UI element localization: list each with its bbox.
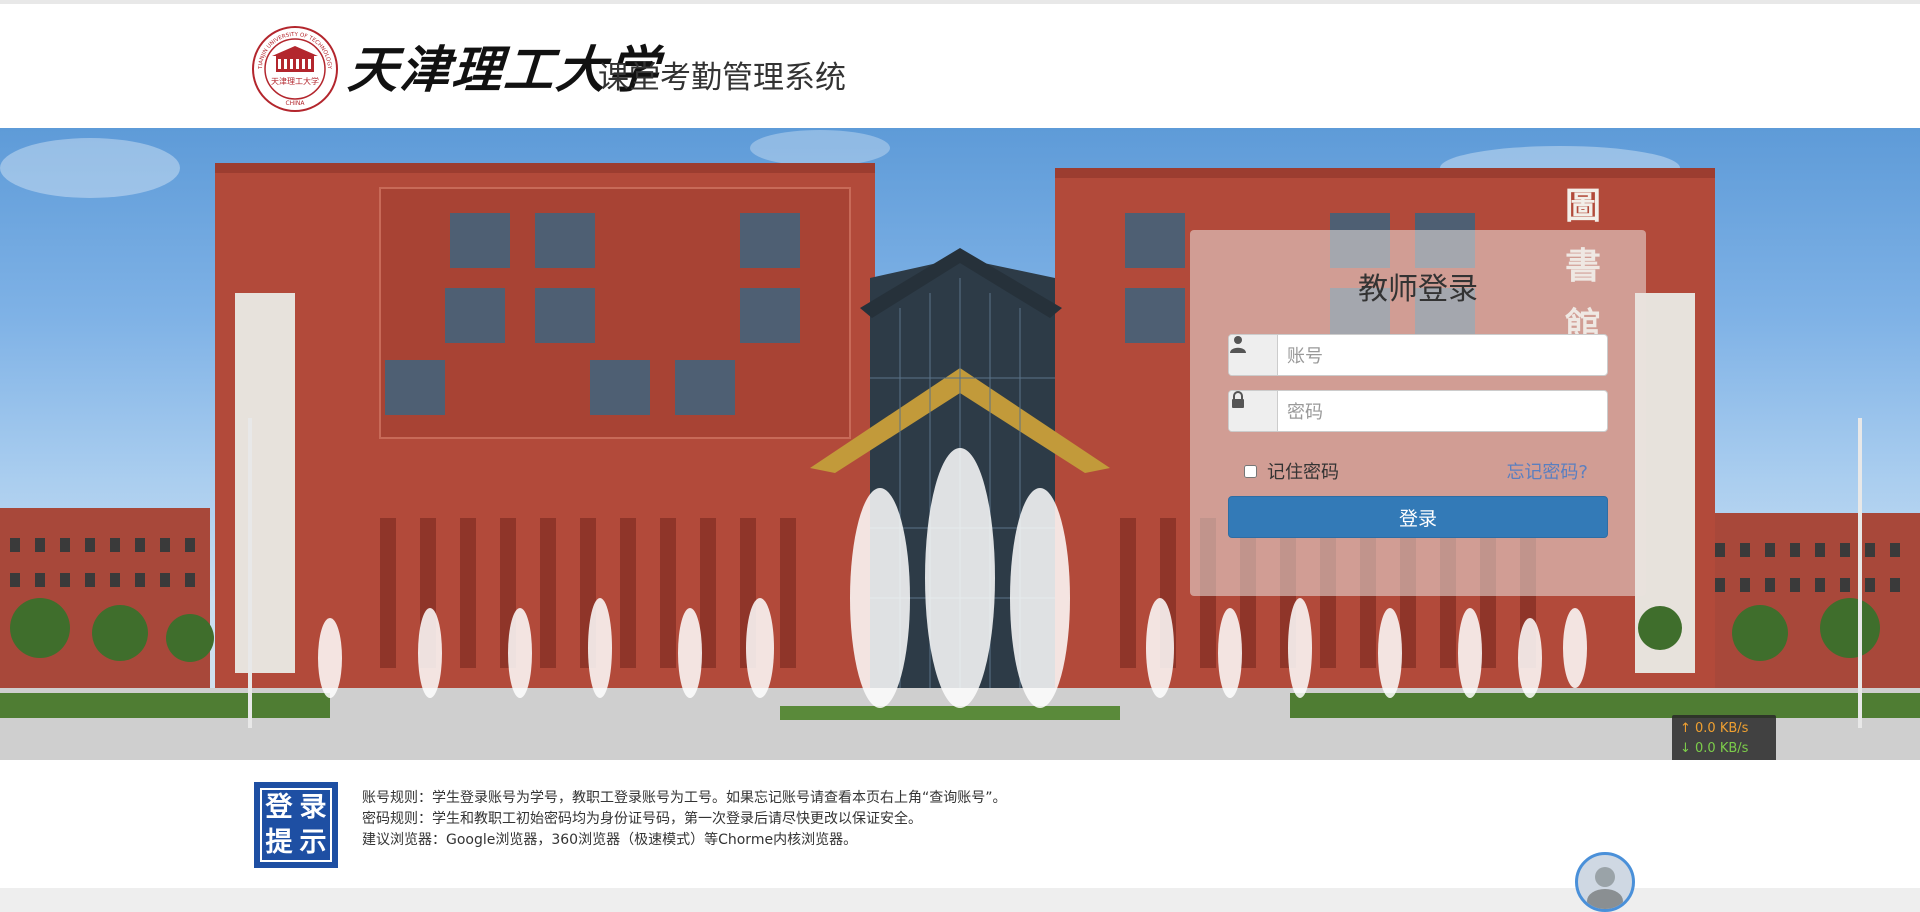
badge-char: 提 (265, 827, 293, 858)
download-speed: ↓ 0.0 KB/s (1680, 741, 1749, 756)
badge-char: 录 (299, 792, 327, 823)
password-rule: 密码规则：学生和教职工初始密码均为身份证号码，第一次登录后请尽快更改以保证安全。 (362, 811, 922, 827)
network-speed-widget: ↑ 0.0 KB/s ↓ 0.0 KB/s (1672, 715, 1776, 765)
forgot-password-link[interactable]: 忘记密码? (1506, 458, 1588, 484)
login-panel: 教师登录 记住密码 忘记密码? 登录 (1190, 230, 1646, 596)
lock-icon (1229, 391, 1278, 431)
university-emblem-icon: 天津理工大学 CHINA TIANJIN UNIVERSITY OF TECHN… (252, 26, 338, 112)
remember-password-checkbox[interactable] (1244, 464, 1257, 478)
remember-password-label: 记住密码 (1267, 462, 1339, 483)
badge-char: 登 (265, 792, 293, 823)
system-title: 课堂考勤管理系统 (598, 60, 846, 96)
header: 天津理工大学 CHINA TIANJIN UNIVERSITY OF TECHN… (0, 0, 1920, 128)
svg-text:CHINA: CHINA (285, 100, 305, 107)
login-button[interactable]: 登录 (1228, 496, 1608, 538)
banner-sign-char: 圖 (1565, 185, 1601, 227)
password-input[interactable] (1285, 395, 1599, 429)
password-input-group (1228, 390, 1608, 432)
browser-suggestion: 建议浏览器：Google浏览器，360浏览器（极速模式）等Chorme内核浏览器… (362, 832, 858, 848)
user-icon (1229, 335, 1278, 375)
remember-password[interactable]: 记住密码 (1244, 458, 1339, 484)
login-title: 教师登录 (1358, 272, 1478, 307)
account-input[interactable] (1285, 339, 1599, 373)
campus-banner: 圖 書 館 教师登录 (0, 128, 1920, 760)
login-rules: 账号规则：学生登录账号为学号，教职工登录账号为工号。如果忘记账号请查看本页右上角… (362, 788, 1007, 851)
account-rule: 账号规则：学生登录账号为学号，教职工登录账号为工号。如果忘记账号请查看本页右上角… (362, 790, 1007, 806)
floating-avatar-icon[interactable] (1575, 852, 1635, 912)
svg-text:天津理工大学: 天津理工大学 (271, 76, 319, 86)
login-tips-badge: 登 录 提 示 (254, 782, 338, 868)
account-input-group (1228, 334, 1608, 376)
upload-speed: ↑ 0.0 KB/s (1680, 721, 1749, 736)
badge-char: 示 (299, 827, 327, 858)
